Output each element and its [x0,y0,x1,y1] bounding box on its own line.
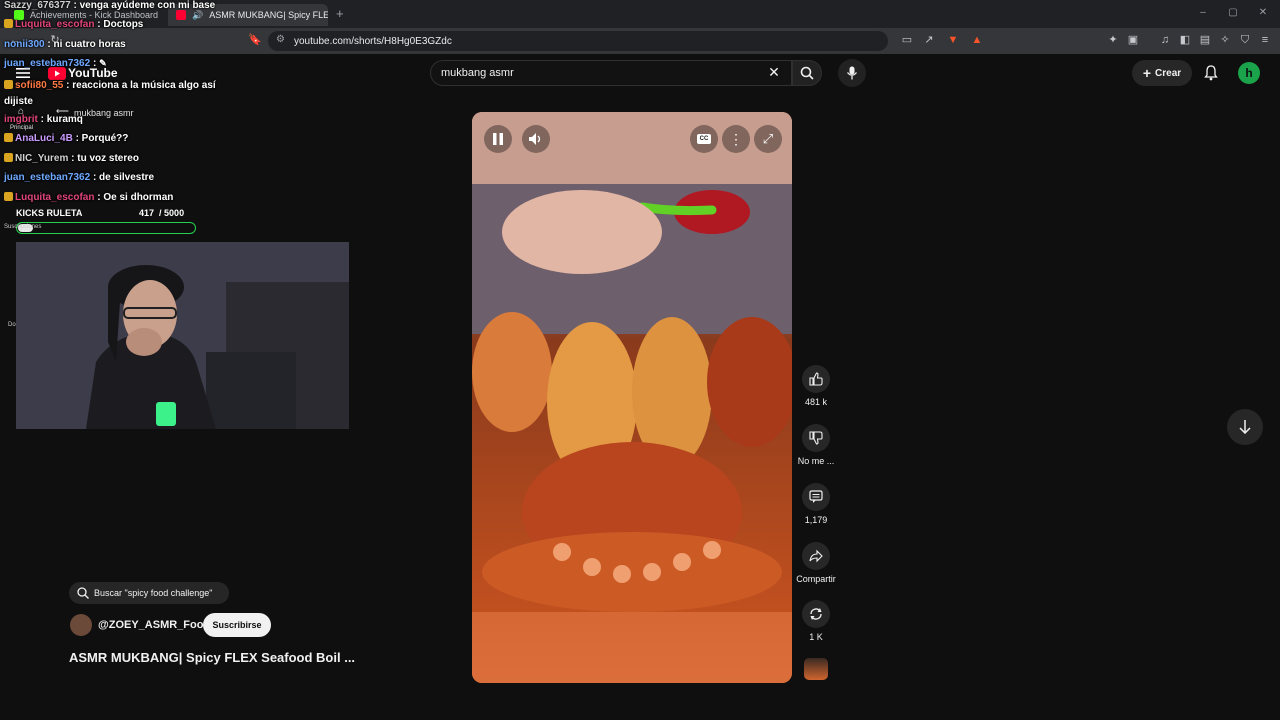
screenshot-icon[interactable]: ▣ [1126,33,1140,47]
volume-button[interactable] [522,125,550,153]
url-bar[interactable]: ⚙ youtube.com/shorts/H8Hg0E3GZdc [268,31,888,51]
subscriber-badge-icon [4,192,13,201]
emote-icon: ✎ [99,58,107,68]
streamer-webcam-image [16,242,349,429]
pause-button[interactable] [484,125,512,153]
sound-thumbnail[interactable] [804,658,828,680]
audio-playing-icon: 🔊 [192,9,204,20]
streamer-webcam [16,242,349,429]
channel-avatar[interactable] [70,614,92,636]
bookmark-icon[interactable]: 🔖 [248,33,262,47]
chat-message: nonii300 : ni cuatro horas [4,39,126,50]
arrow-down-icon [1239,420,1251,434]
search-icon [77,587,89,599]
search-icon [800,66,814,80]
chat-message: imgbrit : kuramq [4,114,83,125]
create-button[interactable]: + Crear [1132,60,1192,86]
chat-message: juan_esteban7362 : de silvestre [4,172,155,183]
dislike-button[interactable]: No me ... [794,424,838,466]
microphone-icon [846,66,858,80]
side-label: Do [8,322,16,328]
video-frame-image [472,112,792,683]
cast-icon[interactable]: ▭ [900,33,914,47]
captions-button[interactable]: CC [690,125,718,153]
maximize-icon[interactable]: ▢ [1226,6,1240,20]
share-page-icon[interactable]: ↗ [922,33,936,47]
clear-search-icon[interactable]: ✕ [766,64,782,80]
minimize-icon[interactable]: – [1196,6,1210,20]
menu-icon[interactable]: ≡ [1258,33,1272,47]
account-avatar[interactable]: h [1238,62,1260,84]
create-label: Crear [1155,67,1182,79]
wallet-icon[interactable]: ▤ [1198,33,1212,47]
url-text: youtube.com/shorts/H8Hg0E3GZdc [294,35,452,47]
dislike-label: No me ... [797,456,835,466]
share-button[interactable]: Compartir [793,542,839,584]
subscriber-badge-icon [4,80,13,89]
chat-message: Sazzy_676377 : venga ayúdeme con mi base [4,0,216,11]
bell-icon [1204,65,1218,81]
video-title[interactable]: ASMR MUKBANG| Spicy FLEX Seafood Boil ..… [69,650,355,665]
home-label: Principal [10,125,34,131]
new-tab-icon[interactable]: + [336,6,344,21]
site-info-icon[interactable]: ⚙ [276,34,285,45]
media-icon[interactable]: ♫ [1158,33,1172,47]
related-search-chip[interactable]: Buscar "spicy food challenge" [69,582,229,604]
comments-count: 1,179 [804,515,828,525]
brave-shield-icon[interactable]: ▼ [946,33,960,47]
roulette-count: 417 / 5000 [139,208,185,218]
vpn-icon[interactable]: ⛉ [1238,33,1252,47]
close-window-icon[interactable]: ✕ [1256,6,1270,20]
chat-message: NIC_Yurem : tu voz stereo [4,153,139,164]
search-input[interactable]: mukbang asmr [430,60,792,86]
next-video-button[interactable] [1227,409,1263,445]
volume-icon [529,133,541,145]
chat-message: sofii80_55 : reacciona a la música algo … [4,80,216,107]
thumbs-up-icon [802,365,830,393]
comments-button[interactable]: 1,179 [796,483,836,525]
shorts-video-player[interactable]: CC ⋮ ⤢ [472,112,792,683]
chat-message: juan_esteban7362 : ✎ [4,58,107,69]
more-options-icon[interactable]: ⋮ [722,125,750,153]
share-icon [802,542,830,570]
fullscreen-icon[interactable]: ⤢ [754,125,782,153]
subscribe-button[interactable]: Suscribirse [203,613,271,637]
subscriber-badge-icon [4,19,13,28]
like-count: 481 k [804,397,828,407]
subscriber-badge-icon [4,153,13,162]
roulette-progress-bar [16,222,196,234]
youtube-icon [176,10,186,20]
pause-icon [493,133,503,145]
share-label: Compartir [796,574,836,584]
search-button[interactable] [792,60,822,86]
extensions-icon[interactable]: ✦ [1106,33,1120,47]
remix-button[interactable]: 1 K [796,600,836,642]
plus-icon: + [1142,65,1152,81]
roulette-label: KICKS RULETA [16,208,83,218]
comment-icon [802,483,830,511]
tab-title: ASMR MUKBANG| Spicy FLEX [209,10,328,20]
rewards-icon[interactable]: ▲ [970,33,984,47]
sidebar-icon[interactable]: ◧ [1178,33,1192,47]
cc-icon: CC [697,134,711,144]
search-query: mukbang asmr [441,67,514,79]
voice-search-button[interactable] [838,59,866,87]
subscriber-badge-icon [4,133,13,142]
channel-name[interactable]: @ZOEY_ASMR_Food [98,619,210,631]
related-search-text: Buscar "spicy food challenge" [94,588,213,598]
like-button[interactable]: 481 k [796,365,836,407]
notifications-button[interactable] [1200,62,1222,84]
remix-count: 1 K [809,632,823,642]
chat-message: Luquita_escofan : Oe si dhorman [4,192,173,203]
chat-message: AnaLuci_4B : Porqué?? [4,133,128,144]
thumbs-down-icon [802,424,830,452]
leo-icon[interactable]: ✧ [1218,33,1232,47]
subscriptions-label: Suscripciones [4,224,42,230]
chat-message: Luquita_escofan : Doctops [4,19,143,30]
remix-icon [802,600,830,628]
